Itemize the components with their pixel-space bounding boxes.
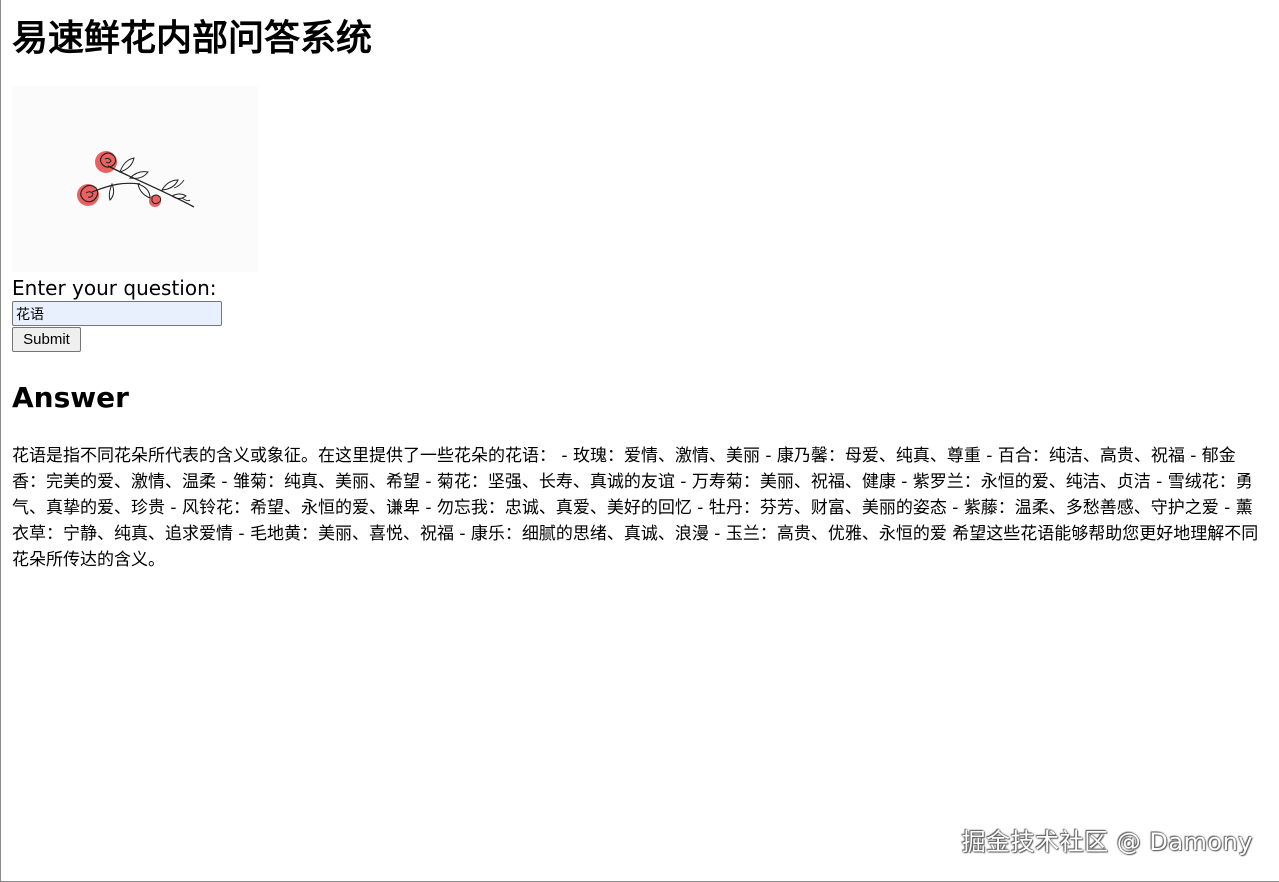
- answer-text: 花语是指不同花朵所代表的含义或象征。在这里提供了一些花朵的花语： - 玫瑰：爱情…: [12, 446, 1259, 570]
- page-title: 易速鲜花内部问答系统: [12, 18, 373, 59]
- watermark: 掘金技术社区 @ Damony: [961, 828, 1253, 856]
- flower-image: [12, 86, 258, 272]
- submit-button[interactable]: Submit: [12, 327, 81, 352]
- question-input[interactable]: [12, 301, 222, 326]
- answer-heading: Answer: [12, 381, 129, 414]
- rose-illustration-icon: [77, 151, 195, 208]
- question-label: Enter your question:: [12, 276, 217, 300]
